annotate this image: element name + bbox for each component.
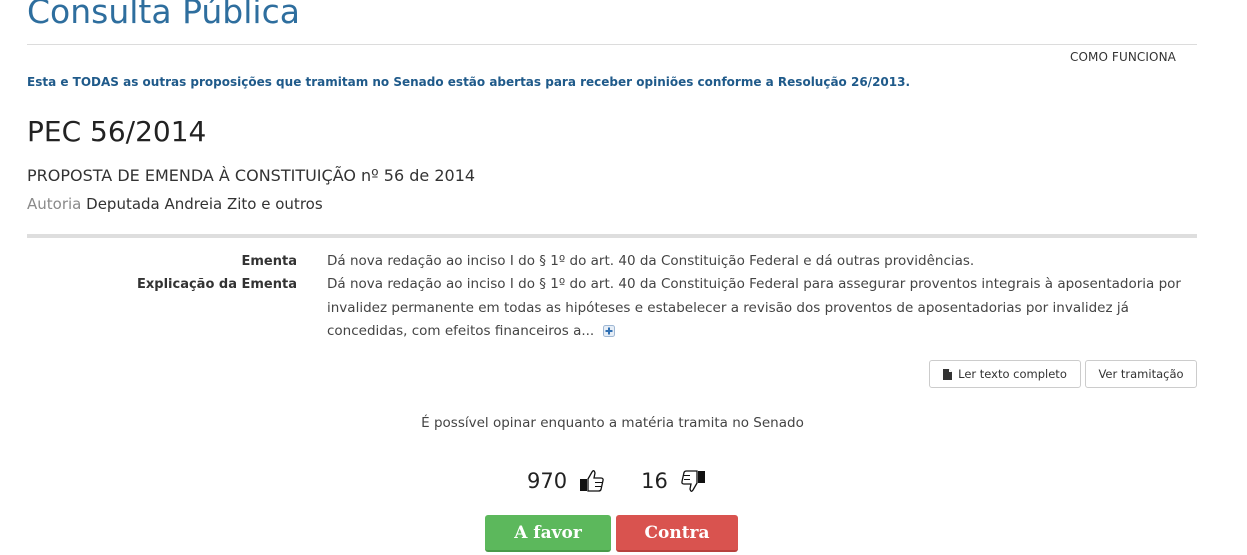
ementa-label: Ementa	[241, 254, 298, 269]
title-divider	[27, 44, 1197, 45]
explicacao-text: Dá nova redação ao inciso I do § 1º do a…	[327, 276, 1181, 339]
consultation-notice: Esta e TODAS as outras proposições que t…	[27, 75, 911, 89]
document-icon	[943, 368, 953, 380]
thumbs-down-icon	[681, 470, 705, 492]
authorship: Autoria Deputada Andreia Zito e outros	[27, 195, 323, 213]
votes-against-count: 16	[641, 469, 668, 493]
authorship-value: Deputada Andreia Zito e outros	[86, 195, 323, 213]
view-progress-button[interactable]: Ver tramitação	[1085, 360, 1197, 388]
proposal-full-name: PROPOSTA DE EMENDA À CONSTITUIÇÃO nº 56 …	[27, 166, 476, 185]
authorship-label: Autoria	[27, 195, 82, 213]
vote-tally: 970 16	[527, 465, 706, 497]
votes-for-count: 970	[527, 469, 568, 493]
section-divider	[27, 234, 1197, 238]
page-title: Consulta Pública	[27, 0, 300, 31]
ementa-text: Dá nova redação ao inciso I do § 1º do a…	[327, 253, 975, 269]
how-it-works-link[interactable]: COMO FUNCIONA	[1070, 50, 1176, 64]
plus-icon[interactable]	[602, 322, 615, 337]
explicacao-block: Dá nova redação ao inciso I do § 1º do a…	[327, 273, 1197, 344]
view-progress-label: Ver tramitação	[1098, 367, 1184, 381]
proposal-id: PEC 56/2014	[27, 115, 207, 148]
explicacao-label: Explicação da Ementa	[137, 277, 297, 292]
read-full-text-button[interactable]: Ler texto completo	[929, 360, 1081, 388]
read-full-text-label: Ler texto completo	[958, 367, 1067, 381]
vote-against-button[interactable]: Contra	[616, 515, 738, 552]
thumbs-up-icon	[580, 470, 604, 492]
voting-info: É possível opinar enquanto a matéria tra…	[421, 415, 804, 431]
vote-for-button[interactable]: A favor	[485, 515, 611, 552]
